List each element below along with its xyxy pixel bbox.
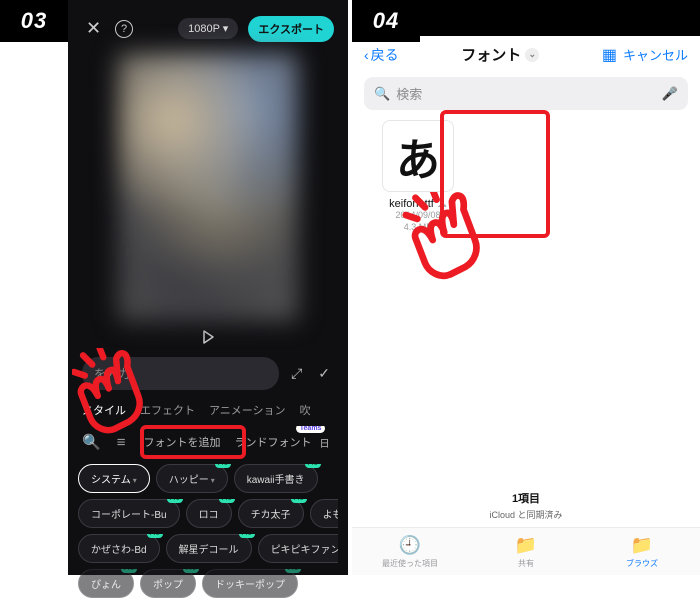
folder-shared-icon: 📁 bbox=[515, 535, 537, 556]
font-chip[interactable]: ロコPro bbox=[186, 499, 232, 528]
export-button[interactable]: エクスポート bbox=[248, 16, 334, 42]
confirm-icon[interactable]: ✓ bbox=[314, 361, 334, 386]
font-chip[interactable]: ハッピー▾Pro bbox=[156, 464, 228, 493]
clock-icon: 🕘 bbox=[399, 535, 421, 556]
font-chip[interactable]: ドッキーポップPro bbox=[202, 569, 298, 598]
tab-shared[interactable]: 📁共有 bbox=[468, 528, 584, 575]
font-chip[interactable]: kawaii手書きPro bbox=[234, 464, 318, 493]
tab-browse[interactable]: 📁ブラウズ bbox=[584, 528, 700, 575]
resolution-pill[interactable]: 1080P ▾ bbox=[178, 18, 238, 39]
chevron-down-icon: ⌄ bbox=[525, 48, 539, 62]
font-chip[interactable]: ポップPro bbox=[140, 569, 196, 598]
tab-recents[interactable]: 🕘最近使った項目 bbox=[352, 528, 468, 575]
expand-icon[interactable]: ⤢ bbox=[287, 361, 306, 386]
font-chip[interactable]: システム▾ bbox=[78, 464, 150, 493]
step-badge-03: 03 bbox=[0, 0, 68, 42]
font-chips: システム▾ ハッピー▾Pro kawaii手書きPro コーポレート-BuPro… bbox=[68, 462, 348, 610]
status-bar bbox=[420, 0, 700, 36]
font-chip[interactable]: ぴょんPro bbox=[78, 569, 134, 598]
mic-icon[interactable]: 🎤 bbox=[662, 86, 678, 102]
nav-title[interactable]: フォント⌄ bbox=[461, 44, 539, 65]
font-chip[interactable]: チカ太子Pro bbox=[238, 499, 304, 528]
font-chip[interactable]: ピキピキファンPro bbox=[258, 534, 338, 563]
font-chip[interactable]: コーポレート-BuPro bbox=[78, 499, 180, 528]
font-chip[interactable]: 解星デコールPro bbox=[166, 534, 252, 563]
font-chip[interactable]: かぜさわ-BdPro bbox=[78, 534, 160, 563]
tab-bar: 🕘最近使った項目 📁共有 📁ブラウズ bbox=[352, 527, 700, 575]
search-icon: 🔍 bbox=[374, 86, 390, 102]
folder-icon: 📁 bbox=[631, 535, 653, 556]
tab-bubble[interactable]: 吹 bbox=[300, 402, 311, 418]
teams-badge: Teams bbox=[296, 426, 326, 433]
font-chip[interactable]: よもぎ bbox=[310, 499, 338, 528]
tab-animation[interactable]: アニメーション bbox=[209, 402, 286, 418]
close-icon[interactable]: ✕ bbox=[82, 14, 105, 43]
cancel-button[interactable]: キャンセル bbox=[623, 45, 688, 64]
video-preview bbox=[118, 53, 298, 321]
editor-screen: ✕ ? 1080P ▾ エクスポート を入力 ⤢ ✓ スタイル エフェクト アニ… bbox=[68, 0, 348, 575]
help-icon[interactable]: ? bbox=[115, 20, 133, 38]
step-badge-04: 04 bbox=[352, 0, 420, 42]
brand-font-button[interactable]: ランドフォント Teams bbox=[234, 434, 311, 450]
grid-view-icon[interactable]: ▦ bbox=[602, 45, 617, 65]
search-input[interactable]: 🔍 検索 🎤 bbox=[364, 77, 688, 110]
play-button[interactable] bbox=[68, 321, 348, 349]
annotation-pointer-icon bbox=[72, 348, 164, 440]
annotation-pointer-icon bbox=[402, 192, 498, 288]
footer-info: 1項目 iCloud と同期済み bbox=[352, 490, 700, 521]
back-button[interactable]: ‹ 戻る bbox=[364, 45, 399, 65]
